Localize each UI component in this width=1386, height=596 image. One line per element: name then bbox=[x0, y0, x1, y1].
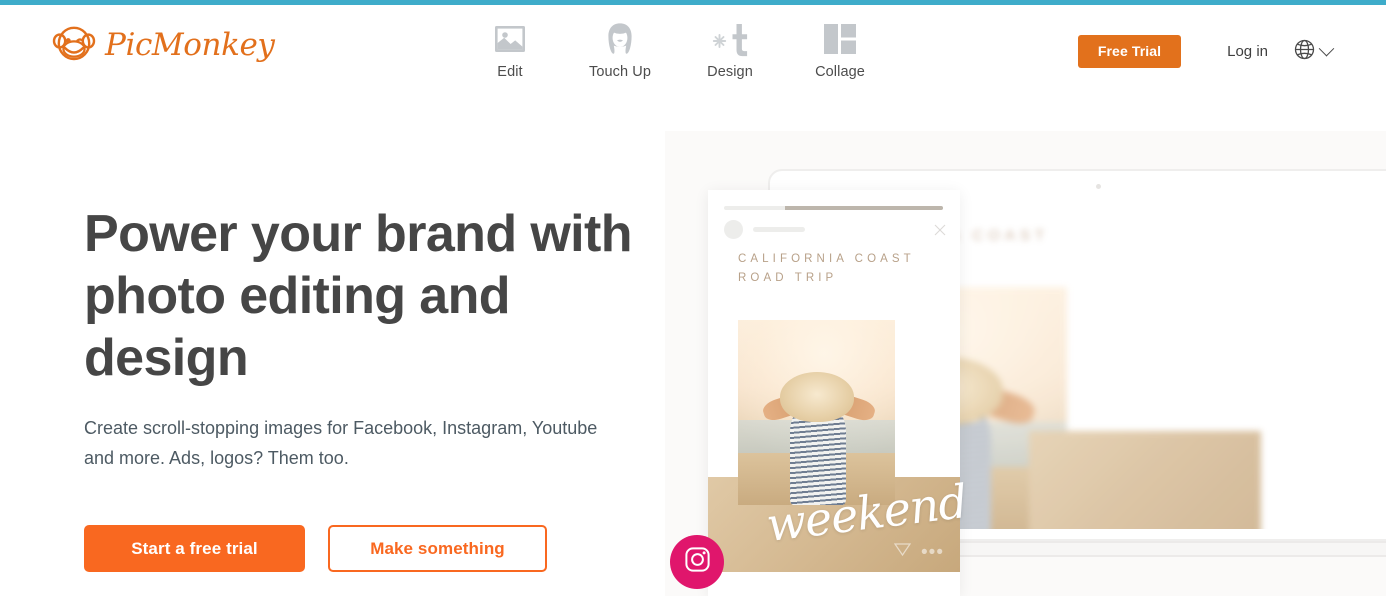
asterisk-t-icon bbox=[706, 18, 754, 60]
instagram-badge[interactable] bbox=[670, 535, 724, 589]
image-photo-icon bbox=[486, 18, 534, 60]
header-actions: Free Trial Log in bbox=[1077, 35, 1335, 69]
username-placeholder bbox=[753, 227, 805, 232]
primary-nav: Edit Touch Up Design Collage bbox=[455, 18, 895, 80]
face-portrait-icon bbox=[596, 18, 644, 60]
nav-item-edit[interactable]: Edit bbox=[455, 18, 565, 80]
logo[interactable]: PicMonkey bbox=[52, 26, 275, 62]
nav-item-collage-label: Collage bbox=[815, 64, 865, 80]
laptop-design-sand-block bbox=[1029, 431, 1261, 529]
paper-plane-icon[interactable] bbox=[893, 543, 912, 562]
nav-item-design[interactable]: Design bbox=[675, 18, 785, 80]
logo-text: PicMonkey bbox=[105, 26, 275, 63]
avatar bbox=[724, 220, 743, 239]
hero-subtitle: Create scroll-stopping images for Facebo… bbox=[84, 418, 598, 468]
hero-cta-group: Start a free trial Make something bbox=[84, 525, 654, 572]
card-photo bbox=[738, 320, 895, 505]
chevron-down-icon bbox=[1318, 41, 1335, 57]
nav-item-edit-label: Edit bbox=[497, 64, 523, 80]
instagram-icon bbox=[684, 546, 711, 578]
globe-icon bbox=[1294, 39, 1315, 65]
start-free-trial-button[interactable]: Start a free trial bbox=[84, 525, 305, 572]
card-design-heading: CALIFORNIA COAST ROAD TRIP bbox=[738, 253, 915, 284]
story-progress-bar bbox=[724, 206, 943, 210]
free-trial-button[interactable]: Free Trial bbox=[1077, 35, 1182, 69]
hero-mockup-area: CALIFORNIA COAST ROAD TRIP bbox=[665, 131, 1386, 596]
laptop-camera-dot bbox=[1095, 184, 1101, 189]
login-link[interactable]: Log in bbox=[1227, 43, 1268, 60]
make-something-button[interactable]: Make something bbox=[328, 525, 547, 572]
monkey-face-icon bbox=[52, 26, 98, 62]
beach-photo-art bbox=[738, 320, 895, 505]
close-x-icon[interactable] bbox=[934, 223, 946, 236]
nav-item-collage[interactable]: Collage bbox=[785, 18, 895, 80]
site-header: PicMonkey Edit Touch Up Design Collage F… bbox=[0, 5, 1386, 95]
grid-panels-icon bbox=[816, 18, 864, 60]
ellipsis-icon[interactable]: ••• bbox=[921, 543, 944, 562]
card-actions: ••• bbox=[893, 543, 944, 562]
instagram-post-mockup: CALIFORNIA COAST ROAD TRIP weekend ••• bbox=[708, 190, 970, 596]
nav-item-touch-up-label: Touch Up bbox=[588, 64, 652, 80]
language-picker[interactable] bbox=[1294, 39, 1335, 65]
nav-item-design-label: Design bbox=[707, 64, 753, 80]
page-title: Power your brand with photo editing and … bbox=[84, 205, 633, 387]
page-root: PicMonkey Edit Touch Up Design Collage F… bbox=[0, 0, 1386, 596]
hero-copy: Power your brand with photo editing and … bbox=[84, 203, 654, 572]
nav-item-touch-up[interactable]: Touch Up bbox=[565, 18, 675, 80]
